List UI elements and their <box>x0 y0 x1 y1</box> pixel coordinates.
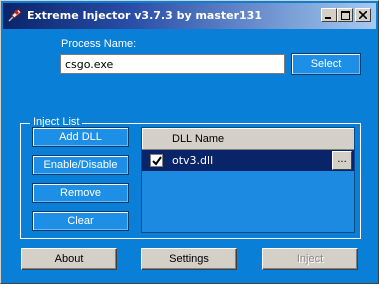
inject-button[interactable]: Inject <box>262 248 358 270</box>
close-icon <box>359 11 367 19</box>
minimize-icon <box>325 17 331 19</box>
enable-disable-button[interactable]: Enable/Disable <box>32 155 129 175</box>
dll-name-column-header[interactable]: DLL Name <box>142 128 354 150</box>
maximize-icon <box>341 11 350 20</box>
dll-enabled-checkbox[interactable] <box>150 154 163 167</box>
dll-name: otv3.dll <box>172 154 214 167</box>
injector-window: Extreme Injector v3.7.3 by master131 Pro… <box>0 0 379 284</box>
close-button[interactable] <box>355 8 371 22</box>
list-item[interactable]: otv3.dll ... <box>142 150 354 171</box>
dll-name-header-label: DLL Name <box>172 133 225 145</box>
title-bar[interactable]: Extreme Injector v3.7.3 by master131 <box>3 3 376 29</box>
settings-button[interactable]: Settings <box>141 248 237 270</box>
minimize-button[interactable] <box>321 8 337 22</box>
enable-disable-label: Enable/Disable <box>43 159 118 171</box>
about-button[interactable]: About <box>21 248 117 270</box>
remove-button[interactable]: Remove <box>32 183 129 203</box>
clear-label: Clear <box>67 215 94 227</box>
process-name-input[interactable]: csgo.exe <box>60 54 285 74</box>
add-dll-button[interactable]: Add DLL <box>32 127 129 147</box>
checkmark-icon <box>152 156 162 166</box>
window-title: Extreme Injector v3.7.3 by master131 <box>27 9 262 22</box>
add-dll-label: Add DLL <box>59 131 102 143</box>
maximize-button[interactable] <box>337 8 353 22</box>
clear-button[interactable]: Clear <box>32 211 129 231</box>
syringe-icon <box>7 8 23 23</box>
select-process-button[interactable]: Select <box>291 53 361 75</box>
dll-list[interactable]: DLL Name otv3.dll ... <box>141 127 355 233</box>
remove-label: Remove <box>60 187 101 199</box>
browse-dll-button[interactable]: ... <box>332 151 352 170</box>
process-name-label: Process Name: <box>61 38 137 50</box>
select-button-label: Select <box>310 58 342 70</box>
